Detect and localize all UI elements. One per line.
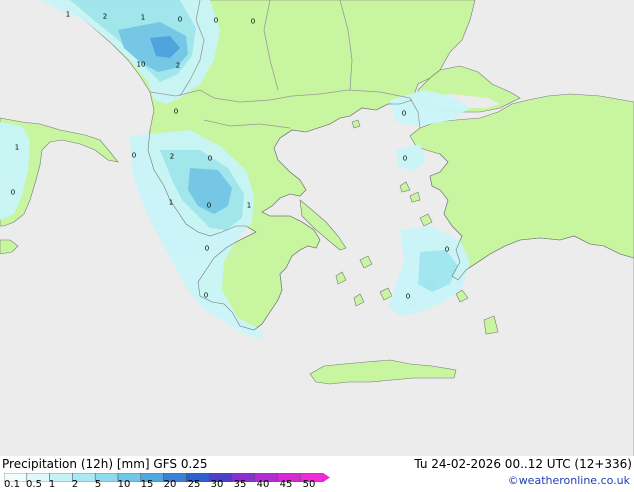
precip-value: 0 (251, 18, 255, 26)
precip-value: 1 (15, 144, 19, 152)
precip-value: 2 (103, 13, 107, 21)
scale-tick-label: 35 (233, 479, 247, 490)
precip-value: 1 (169, 199, 173, 207)
precip-value: 2 (176, 62, 180, 70)
map-title: Precipitation (12h) [mm] GFS 0.25 (2, 457, 208, 471)
scale-tick-label: 15 (140, 479, 154, 490)
map-canvas: 1 2 1 0 0 010 20120 0001 0 100 00 0 (0, 0, 634, 456)
precip-value: 0 (178, 16, 182, 24)
precip-value: 0 (11, 189, 15, 197)
scale-ticks: 0.1 0.5 1 2 5 10 15 20 25 30 35 40 45 50 (0, 480, 330, 492)
scale-tick-label: 10 (117, 479, 131, 490)
scale-tick-label: 45 (279, 479, 293, 490)
scale-tick-label: 2 (71, 479, 79, 490)
scale-tick-label: 25 (187, 479, 201, 490)
scale-tick-label: 30 (210, 479, 224, 490)
scale-tick-label: 0.5 (26, 479, 42, 490)
precip-value: 2 (170, 153, 174, 161)
precip-value: 0 (403, 155, 407, 163)
scale-tick-label: 20 (163, 479, 177, 490)
precip-value: 0 (402, 110, 406, 118)
precip-value: 0 (132, 152, 136, 160)
precip-value: 0 (208, 155, 212, 163)
precip-value: 1 (247, 202, 251, 210)
scale-tick-label: 0.1 (4, 479, 20, 490)
precip-value: 0 (205, 245, 209, 253)
legend-footer: Precipitation (12h) [mm] GFS 0.25 Tu 24-… (0, 456, 634, 490)
precip-value: 0 (406, 293, 410, 301)
precip-value: 1 (141, 14, 145, 22)
scale-tick-label: 5 (94, 479, 102, 490)
run-info: Tu 24-02-2026 00..12 UTC (12+336) (414, 457, 632, 471)
scale-tick-label: 50 (302, 479, 316, 490)
precip-value: 0 (207, 202, 211, 210)
precip-value: 0 (174, 108, 178, 116)
precip-value: 0 (445, 246, 449, 254)
weather-map: 1 2 1 0 0 0 10 2 0 1 2 0 0 0 0 1 0 1 0 0 0 0 0 (0, 0, 634, 456)
precip-value: 1 (66, 11, 70, 19)
precip-value: 0 (204, 292, 208, 300)
precip-value: 10 (137, 61, 146, 69)
precip-value: 0 (214, 17, 218, 25)
credit-link[interactable]: ©weatheronline.co.uk (508, 474, 630, 488)
scale-tick-label: 1 (48, 479, 56, 490)
scale-tick-label: 40 (256, 479, 270, 490)
